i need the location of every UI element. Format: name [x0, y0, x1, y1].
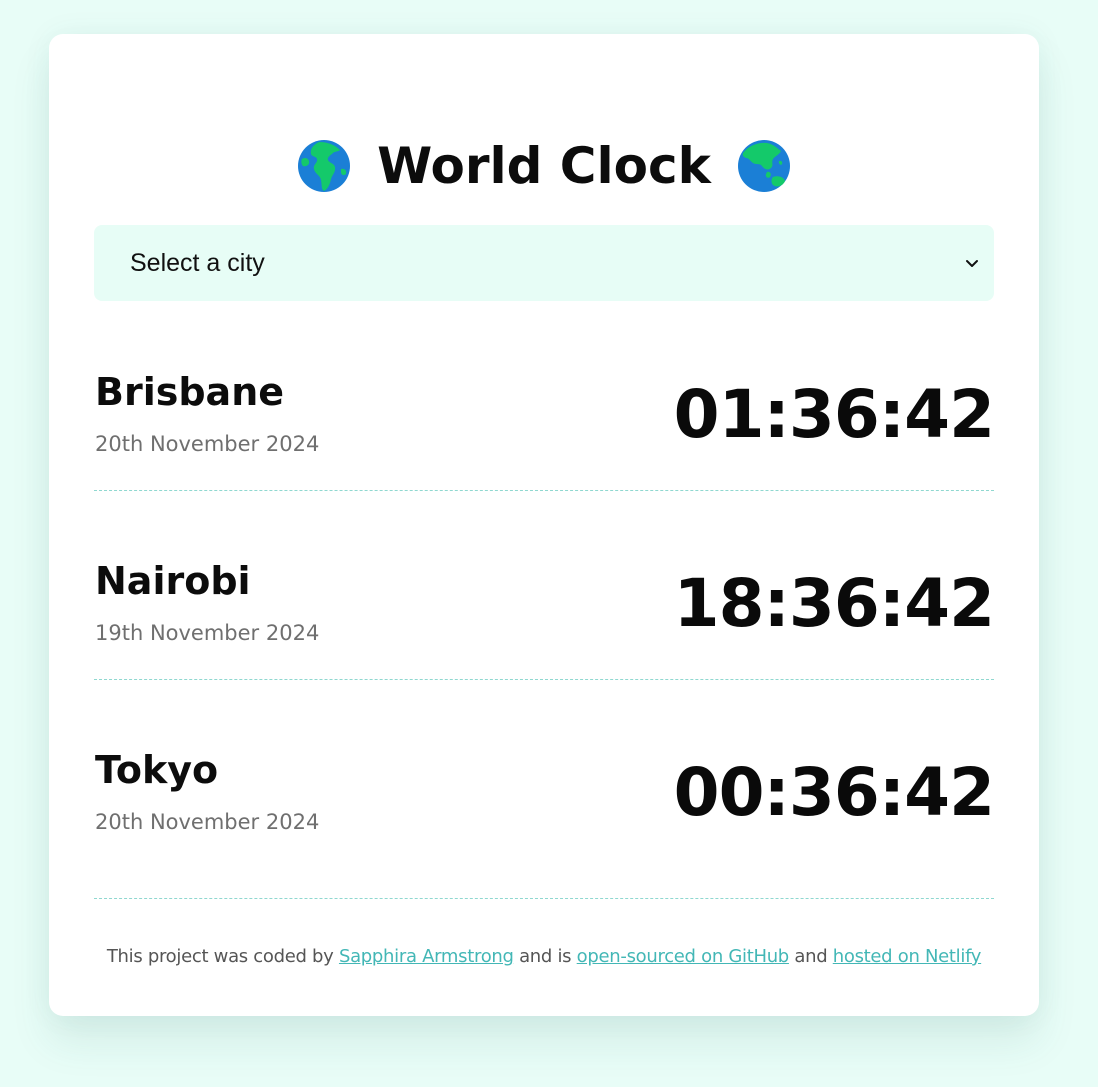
footer-text: and	[794, 946, 828, 967]
city-name: Nairobi	[95, 559, 251, 603]
city-row-tokyo: Tokyo 20th November 2024 00:36:42	[94, 748, 995, 899]
city-select[interactable]: Select a city	[94, 225, 994, 301]
city-select-value: Select a city	[130, 248, 265, 277]
world-clock-card: World Clock Select a city Brisbane 20th …	[49, 34, 1039, 1016]
footer-text: This project was coded by	[106, 946, 334, 967]
github-link[interactable]: open-sourced on GitHub	[577, 946, 790, 967]
page-title: World Clock	[377, 137, 711, 195]
city-name: Brisbane	[95, 370, 285, 414]
city-time: 01:36:42	[673, 376, 995, 453]
city-row-brisbane: Brisbane 20th November 2024 01:36:42	[94, 370, 995, 491]
page-header: World Clock	[49, 126, 1039, 206]
city-date: 20th November 2024	[95, 810, 320, 834]
city-row-nairobi: Nairobi 19th November 2024 18:36:42	[94, 559, 995, 680]
city-date: 19th November 2024	[95, 621, 320, 645]
city-time: 18:36:42	[673, 565, 995, 642]
netlify-link[interactable]: hosted on Netlify	[833, 946, 982, 967]
footer-text: and is	[519, 946, 572, 967]
globe-asia-australia-icon	[737, 140, 790, 192]
author-link[interactable]: Sapphira Armstrong	[339, 946, 514, 967]
city-name: Tokyo	[95, 748, 219, 792]
globe-europe-africa-icon	[298, 140, 351, 192]
city-time: 00:36:42	[673, 754, 995, 831]
footer: This project was coded by Sapphira Armst…	[49, 946, 1039, 967]
chevron-down-icon	[966, 260, 978, 267]
city-date: 20th November 2024	[95, 432, 320, 456]
